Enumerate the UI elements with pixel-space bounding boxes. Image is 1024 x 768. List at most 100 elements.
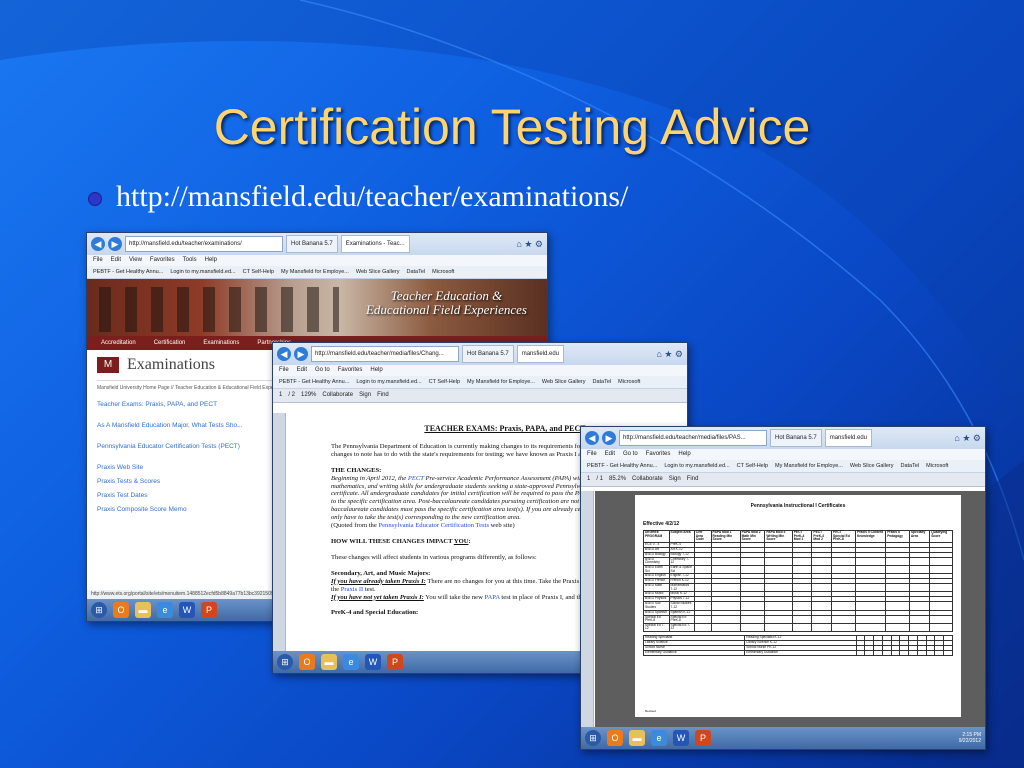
forward-icon[interactable]: ▶ [294, 347, 308, 361]
taskbar: ⊞ O ▬ e W P 2:15 PM 9/22/2012 [581, 727, 985, 749]
forward-icon[interactable]: ▶ [602, 431, 616, 445]
table-header-cell: PECT PreK-4 Mod 1 [791, 530, 813, 543]
fav-link[interactable]: DataTel [593, 379, 612, 385]
browser-window-certificates-pdf[interactable]: ◀ ▶ http://mansfield.edu/teacher/media/f… [580, 426, 986, 750]
fav-link[interactable]: Web Slice Gallery [356, 269, 400, 275]
menu-help[interactable]: Help [205, 257, 217, 263]
pect-link[interactable]: PECT [408, 475, 424, 482]
nav-certification[interactable]: Certification [154, 340, 186, 346]
menu-tools[interactable]: Tools [183, 257, 197, 263]
menu-help[interactable]: Help [370, 367, 382, 373]
taskbar-clock[interactable]: 2:15 PM 9/22/2012 [959, 732, 981, 744]
fav-link[interactable]: Web Slice Gallery [850, 463, 894, 469]
outlook-icon[interactable]: O [607, 730, 623, 746]
powerpoint-icon[interactable]: P [695, 730, 711, 746]
fav-link[interactable]: PEBTF - Get Healthy Annu... [587, 463, 657, 469]
fav-link[interactable]: My Mansfield for Employe... [281, 269, 349, 275]
page-number-input[interactable]: 1 [279, 392, 282, 398]
menu-file[interactable]: File [93, 257, 103, 263]
nav-examinations[interactable]: Examinations [203, 340, 239, 346]
sign-button[interactable]: Sign [359, 392, 371, 398]
pect-site-link[interactable]: Pennsylvania Educator Certification Test… [378, 522, 489, 529]
menu-favorites[interactable]: Favorites [338, 367, 363, 373]
back-icon[interactable]: ◀ [585, 431, 599, 445]
zoom-select[interactable]: 85.2% [609, 476, 626, 482]
menu-help[interactable]: Help [678, 451, 690, 457]
menu-edit[interactable]: Edit [297, 367, 307, 373]
page-number-input[interactable]: 1 [587, 476, 590, 482]
menu-favorites[interactable]: Favorites [646, 451, 671, 457]
fav-link[interactable]: DataTel [407, 269, 426, 275]
collaborate-button[interactable]: Collaborate [322, 392, 353, 398]
table-cell: Elementary Guidance [642, 649, 746, 656]
forward-icon[interactable]: ▶ [108, 237, 122, 251]
fav-link[interactable]: My Mansfield for Employe... [775, 463, 843, 469]
ie-icon[interactable]: e [651, 730, 667, 746]
tab-mansfield[interactable]: mansfield.edu [824, 429, 873, 447]
fav-link[interactable]: Microsoft [926, 463, 948, 469]
fav-link[interactable]: Microsoft [432, 269, 454, 275]
back-icon[interactable]: ◀ [91, 237, 105, 251]
menu-edit[interactable]: Edit [111, 257, 121, 263]
bullet-url[interactable]: http://mansfield.edu/teacher/examination… [116, 180, 628, 214]
find-input[interactable]: Find [687, 476, 699, 482]
word-icon[interactable]: W [365, 654, 381, 670]
menu-favorites[interactable]: Favorites [150, 257, 175, 263]
ie-icon[interactable]: e [157, 602, 173, 618]
menu-file[interactable]: File [587, 451, 597, 457]
address-bar[interactable]: http://mansfield.edu/teacher/examination… [125, 236, 283, 252]
menu-file[interactable]: File [279, 367, 289, 373]
back-icon[interactable]: ◀ [277, 347, 291, 361]
fav-link[interactable]: CT Self-Help [737, 463, 768, 469]
outlook-icon[interactable]: O [113, 602, 129, 618]
nav-accreditation[interactable]: Accreditation [101, 340, 136, 346]
fav-link[interactable]: DataTel [901, 463, 920, 469]
folder-icon[interactable]: ▬ [321, 654, 337, 670]
tab-hot-banana[interactable]: Hot Banana 5.7 [770, 429, 822, 447]
sign-button[interactable]: Sign [669, 476, 681, 482]
papa-link[interactable]: PAPA [484, 594, 499, 601]
fav-link[interactable]: Login to my.mansfield.ed... [170, 269, 235, 275]
table-cell [908, 614, 931, 624]
table-cell [739, 583, 766, 593]
powerpoint-icon[interactable]: P [201, 602, 217, 618]
fav-link[interactable]: Web Slice Gallery [542, 379, 586, 385]
word-icon[interactable]: W [179, 602, 195, 618]
menu-goto[interactable]: Go to [623, 451, 638, 457]
menu-goto[interactable]: Go to [315, 367, 330, 373]
fav-link[interactable]: My Mansfield for Employe... [467, 379, 535, 385]
collaborate-button[interactable]: Collaborate [632, 476, 663, 482]
home-star-gear-icons[interactable]: ⌂ ★ ⚙ [954, 433, 981, 444]
zoom-select[interactable]: 129% [301, 392, 316, 398]
word-icon[interactable]: W [673, 730, 689, 746]
folder-icon[interactable]: ▬ [135, 602, 151, 618]
fav-link[interactable]: PEBTF - Get Healthy Annu... [93, 269, 163, 275]
address-bar[interactable]: http://mansfield.edu/teacher/media/files… [619, 430, 767, 446]
tab-mansfield[interactable]: mansfield.edu [516, 345, 565, 363]
fav-link[interactable]: Microsoft [618, 379, 640, 385]
praxis-ii-link[interactable]: Praxis II [341, 586, 364, 593]
table-cell: Elementary Guidance [744, 649, 857, 656]
start-orb-icon[interactable]: ⊞ [277, 654, 293, 670]
menu-view[interactable]: View [129, 257, 142, 263]
tab-hot-banana[interactable]: Hot Banana 5.7 [462, 345, 514, 363]
powerpoint-icon[interactable]: P [387, 654, 403, 670]
tab-hot-banana[interactable]: Hot Banana 5.7 [286, 235, 338, 253]
fav-link[interactable]: CT Self-Help [243, 269, 274, 275]
fav-link[interactable]: Login to my.mansfield.ed... [664, 463, 729, 469]
fav-link[interactable]: CT Self-Help [429, 379, 460, 385]
outlook-icon[interactable]: O [299, 654, 315, 670]
find-input[interactable]: Find [377, 392, 389, 398]
start-orb-icon[interactable]: ⊞ [585, 730, 601, 746]
fav-link[interactable]: Login to my.mansfield.ed... [356, 379, 421, 385]
certificate-table-2: Reading Specialist Reading Specialist K-1… [642, 634, 953, 656]
start-orb-icon[interactable]: ⊞ [91, 602, 107, 618]
address-bar[interactable]: http://mansfield.edu/teacher/media/files… [311, 346, 459, 362]
menu-edit[interactable]: Edit [605, 451, 615, 457]
folder-icon[interactable]: ▬ [629, 730, 645, 746]
tab-examinations[interactable]: Examinations - Teac... [340, 235, 410, 253]
home-star-gear-icons[interactable]: ⌂ ★ ⚙ [516, 239, 543, 250]
home-star-gear-icons[interactable]: ⌂ ★ ⚙ [656, 349, 683, 360]
ie-icon[interactable]: e [343, 654, 359, 670]
fav-link[interactable]: PEBTF - Get Healthy Annu... [279, 379, 349, 385]
